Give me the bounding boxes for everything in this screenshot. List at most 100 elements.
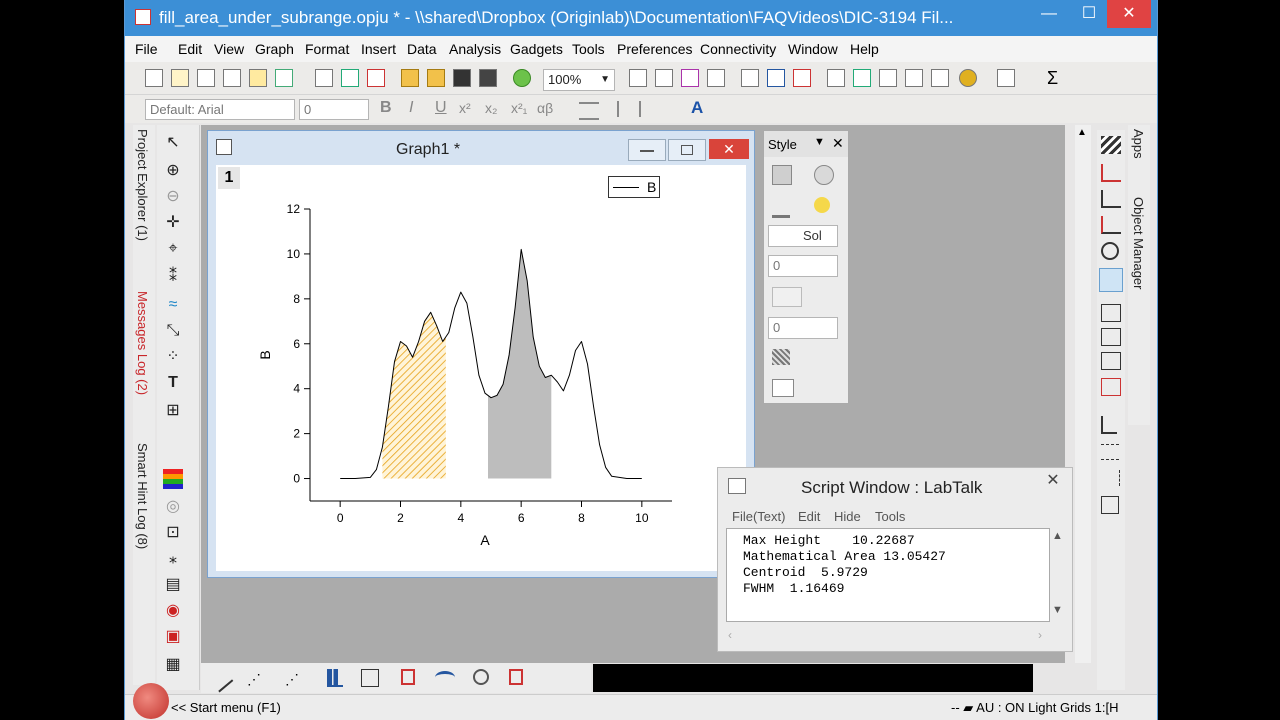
text-color-button[interactable]: A xyxy=(691,98,703,118)
script-output[interactable]: Max Height 10.22687 Mathematical Area 13.… xyxy=(726,528,1050,622)
italic-button[interactable]: I xyxy=(409,99,413,117)
merge-icon[interactable] xyxy=(1101,304,1121,322)
column-plot-icon[interactable] xyxy=(327,669,343,687)
object-tool-icon[interactable]: ◉ xyxy=(163,601,183,621)
transparency-combo[interactable]: 0 xyxy=(768,317,838,339)
subscript-button[interactable]: x₂ xyxy=(485,100,497,116)
underline-button[interactable]: U xyxy=(435,99,447,117)
minimize-button[interactable]: — xyxy=(1029,0,1069,28)
screen-reader-icon[interactable]: ⁑ xyxy=(163,267,183,287)
columns-icon[interactable] xyxy=(617,101,641,117)
menu-tools[interactable]: Tools xyxy=(572,41,605,57)
polar-plot-icon[interactable] xyxy=(473,669,489,685)
fill-color-icon[interactable] xyxy=(772,165,792,185)
new-workbook-icon[interactable] xyxy=(197,69,215,87)
close-icon[interactable]: ✕ xyxy=(832,135,844,152)
menu-format[interactable]: Format xyxy=(305,41,349,57)
open-template-icon[interactable] xyxy=(427,69,445,87)
scroll-down-icon[interactable]: ▼ xyxy=(1052,604,1063,616)
scroll-right-icon[interactable]: › xyxy=(1038,628,1042,642)
superscript-button[interactable]: x² xyxy=(459,100,471,116)
line-tool-icon[interactable]: ⁎ xyxy=(163,549,183,569)
save-template-icon[interactable] xyxy=(479,69,497,87)
save-icon[interactable] xyxy=(453,69,471,87)
pointer-icon[interactable]: ↖ xyxy=(163,133,183,153)
regional-mask-icon[interactable]: ⤡ xyxy=(163,321,183,341)
scale-icon[interactable]: ✛ xyxy=(163,213,183,233)
add-axes-icon[interactable] xyxy=(1101,164,1121,182)
add-top-x-icon[interactable] xyxy=(1101,216,1121,234)
slideshow-icon[interactable] xyxy=(707,69,725,87)
scroll-up-icon[interactable]: ▲ xyxy=(1052,530,1063,542)
menu-window[interactable]: Window xyxy=(788,41,838,57)
data-reader-icon[interactable]: ⌖ xyxy=(163,239,183,259)
script-menu-tools[interactable]: Tools xyxy=(875,509,905,524)
scroll-up-icon[interactable]: ▲ xyxy=(1077,127,1087,138)
hatch-icon[interactable] xyxy=(772,349,790,365)
table-tool-icon[interactable]: ▤ xyxy=(163,575,183,595)
add-bottom-x-icon[interactable] xyxy=(1101,190,1121,208)
same-size-icon[interactable] xyxy=(1101,496,1119,514)
x-axis-label[interactable]: A xyxy=(480,532,490,548)
new-matrix-icon[interactable] xyxy=(249,69,267,87)
sigma-icon[interactable]: Σ xyxy=(1047,68,1058,89)
script-menu-file[interactable]: File(Text) xyxy=(732,509,785,524)
scroll-left-icon[interactable]: ‹ xyxy=(728,628,732,642)
menu-graph[interactable]: Graph xyxy=(255,41,294,57)
add-column-icon[interactable] xyxy=(997,69,1015,87)
menu-analysis[interactable]: Analysis xyxy=(449,41,501,57)
align-icon[interactable] xyxy=(579,102,599,120)
gear-icon[interactable] xyxy=(959,69,977,87)
color-scale-icon[interactable] xyxy=(163,469,183,489)
new-notes-icon[interactable] xyxy=(341,69,359,87)
plot-area[interactable]: 0 2 4 6 8 10 0 2 4 6 8 10 12 A B xyxy=(216,165,746,571)
font-combo[interactable]: Default: Arial xyxy=(145,99,295,120)
bold-button[interactable]: B xyxy=(380,99,392,117)
table-icon[interactable] xyxy=(772,379,794,397)
text-tool-icon[interactable]: T xyxy=(163,373,183,393)
draw-data-icon[interactable]: ⁘ xyxy=(163,347,183,367)
duplicate-icon[interactable] xyxy=(655,69,673,87)
print-icon[interactable] xyxy=(629,69,647,87)
pattern-icon[interactable] xyxy=(814,165,834,185)
area-plot-icon[interactable] xyxy=(435,671,455,684)
menu-help[interactable]: Help xyxy=(850,41,879,57)
results-log-icon[interactable] xyxy=(741,69,759,87)
graph-minimize-button[interactable] xyxy=(628,139,666,161)
line-color-icon[interactable] xyxy=(772,197,790,218)
chevron-down-icon[interactable]: ▼ xyxy=(814,136,825,148)
menu-file[interactable]: File xyxy=(135,41,158,57)
tab-object-manager[interactable]: Object Manager xyxy=(1131,197,1146,290)
script-menu-edit[interactable]: Edit xyxy=(798,509,820,524)
zoom-combo[interactable]: 100% ▼ xyxy=(543,69,615,91)
find-icon[interactable] xyxy=(879,69,897,87)
command-bar[interactable] xyxy=(593,664,1033,692)
color-swatch[interactable] xyxy=(772,287,802,307)
rotate-icon[interactable]: ◎ xyxy=(163,497,183,517)
worksheet-query-icon[interactable] xyxy=(905,69,923,87)
stock-plot-icon[interactable] xyxy=(509,669,523,685)
open-icon[interactable] xyxy=(401,69,419,87)
code-builder-icon[interactable] xyxy=(853,69,871,87)
rescale-icon[interactable] xyxy=(1101,242,1119,260)
extract-icon[interactable] xyxy=(1101,352,1121,370)
workspace-scrollbar[interactable]: ▲ xyxy=(1075,125,1091,663)
add-text-icon[interactable]: ⊡ xyxy=(163,523,183,543)
tab-messages-log[interactable]: Messages Log (2) xyxy=(135,291,150,395)
arrange-icon[interactable] xyxy=(1101,328,1121,346)
zoom-in-icon[interactable]: ⊕ xyxy=(163,161,183,181)
font-size-combo[interactable]: 0 xyxy=(299,99,369,120)
menu-insert[interactable]: Insert xyxy=(361,41,396,57)
supersub-button[interactable]: x²₁ xyxy=(511,100,527,116)
menu-data[interactable]: Data xyxy=(407,41,437,57)
fill-area-2[interactable] xyxy=(488,249,552,479)
tab-smart-hint-log[interactable]: Smart Hint Log (8) xyxy=(135,443,150,549)
swap-icon[interactable] xyxy=(1101,378,1121,396)
menu-gadgets[interactable]: Gadgets xyxy=(510,41,563,57)
script-close-button[interactable]: ✕ xyxy=(1034,468,1072,494)
graph-maximize-button[interactable] xyxy=(668,139,706,161)
line-width-combo[interactable]: 0 xyxy=(768,255,838,277)
tab-apps[interactable]: Apps xyxy=(1131,129,1146,159)
color-manager-icon[interactable] xyxy=(681,69,699,87)
scatter-plot-icon[interactable]: ⋰ xyxy=(247,671,261,688)
